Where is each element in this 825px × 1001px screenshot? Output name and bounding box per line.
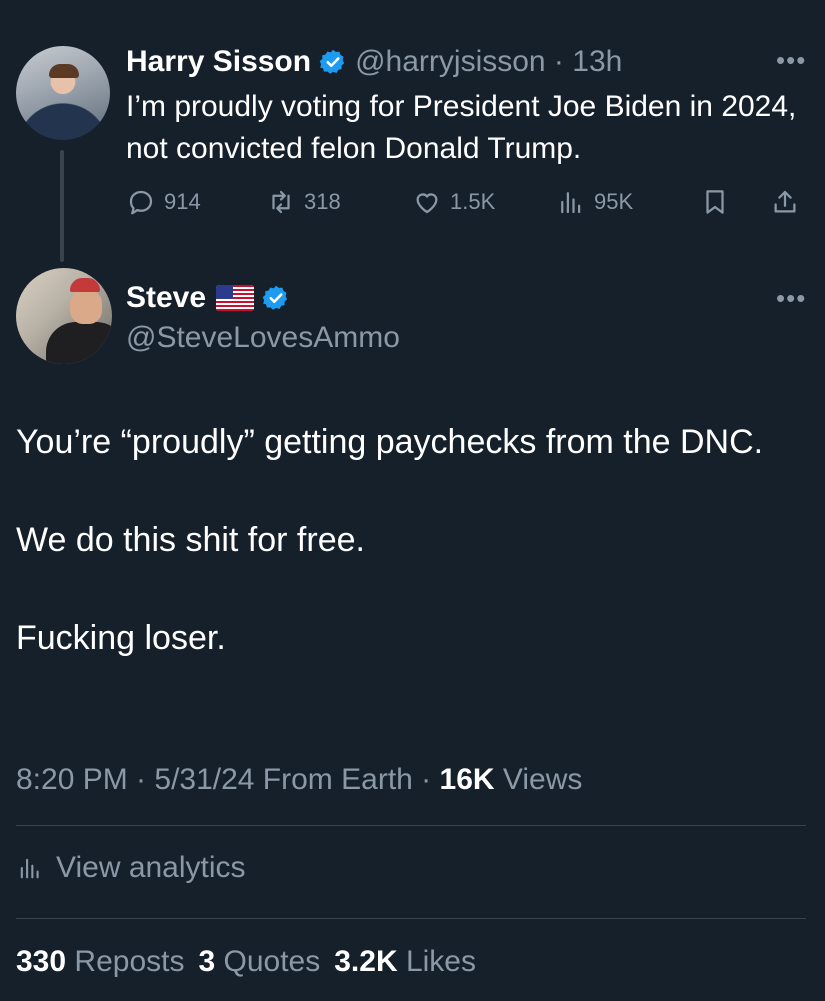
steve-avatar[interactable] (16, 268, 112, 364)
tweet-meta: 8:20 PM · 5/31/24 From Earth · 16K Views (16, 760, 582, 800)
views-count: 95K (594, 189, 634, 214)
likes-stat[interactable]: 3.2K Likes (334, 945, 476, 978)
parent-handle-time[interactable]: @harryjsisson · 13h (355, 42, 622, 82)
main-author-name[interactable]: Steve (126, 278, 206, 318)
repost-count: 318 (304, 189, 341, 214)
reposts-stat[interactable]: 330 Reposts (16, 945, 198, 978)
quotes-stat[interactable]: 3 Quotes (198, 945, 334, 978)
engagement-stats: 330 Reposts 3 Quotes 3.2K Likes (16, 942, 476, 982)
harry-avatar[interactable] (16, 46, 110, 140)
reply-icon (129, 190, 153, 215)
repost-icon (272, 190, 290, 214)
reply-button[interactable]: 914 (126, 182, 201, 222)
view-analytics-link[interactable]: View analytics (16, 848, 246, 888)
tweet-paragraph: You’re “proudly” getting paychecks from … (16, 423, 764, 461)
reposts-label: Reposts (74, 945, 185, 978)
parent-tweet-text: I’m proudly voting for President Joe Bid… (126, 90, 797, 165)
likes-number: 3.2K (334, 945, 398, 978)
parent-author-row: Harry Sisson @harryjsisson · 13h (126, 42, 622, 82)
reposts-number: 330 (16, 945, 67, 978)
verified-badge-icon (319, 49, 345, 74)
like-count: 1.5K (450, 189, 496, 214)
thread-line (60, 150, 64, 262)
likes-label: Likes (405, 945, 476, 978)
quotes-label: Quotes (223, 945, 321, 978)
repost-button[interactable]: 318 (266, 182, 341, 222)
analytics-icon (20, 858, 39, 879)
verified-badge-icon (262, 285, 288, 310)
share-icon (774, 190, 796, 213)
share-button[interactable] (770, 182, 808, 222)
views-button[interactable]: 95K (556, 182, 633, 222)
more-icon[interactable]: ••• (776, 285, 806, 311)
bookmark-icon (706, 190, 724, 214)
view-analytics-label: View analytics (56, 851, 246, 884)
reply-count: 914 (164, 189, 201, 214)
views-label: Views (502, 763, 583, 796)
main-author-handle[interactable]: @SteveLovesAmmo (126, 318, 400, 358)
divider (16, 825, 806, 826)
bookmark-button[interactable] (700, 182, 738, 222)
parent-action-bar: 914 318 1.5K 95K (126, 182, 810, 222)
like-icon (416, 193, 438, 214)
quotes-number: 3 (198, 945, 216, 978)
divider (16, 918, 806, 919)
parent-author-name[interactable]: Harry Sisson (126, 42, 311, 82)
tweet-paragraph: Fucking loser. (16, 619, 226, 657)
views-total: 16K (439, 763, 495, 796)
more-icon[interactable]: ••• (776, 47, 806, 73)
timestamp-source[interactable]: 8:20 PM · 5/31/24 From Earth · (16, 763, 440, 796)
main-author-row: Steve (126, 278, 290, 318)
views-icon (561, 192, 581, 214)
us-flag-icon (216, 285, 255, 311)
tweet-paragraph: We do this shit for free. (16, 521, 365, 559)
main-tweet-text: You’re “proudly” getting paychecks from … (16, 418, 796, 712)
like-button[interactable]: 1.5K (412, 182, 495, 222)
